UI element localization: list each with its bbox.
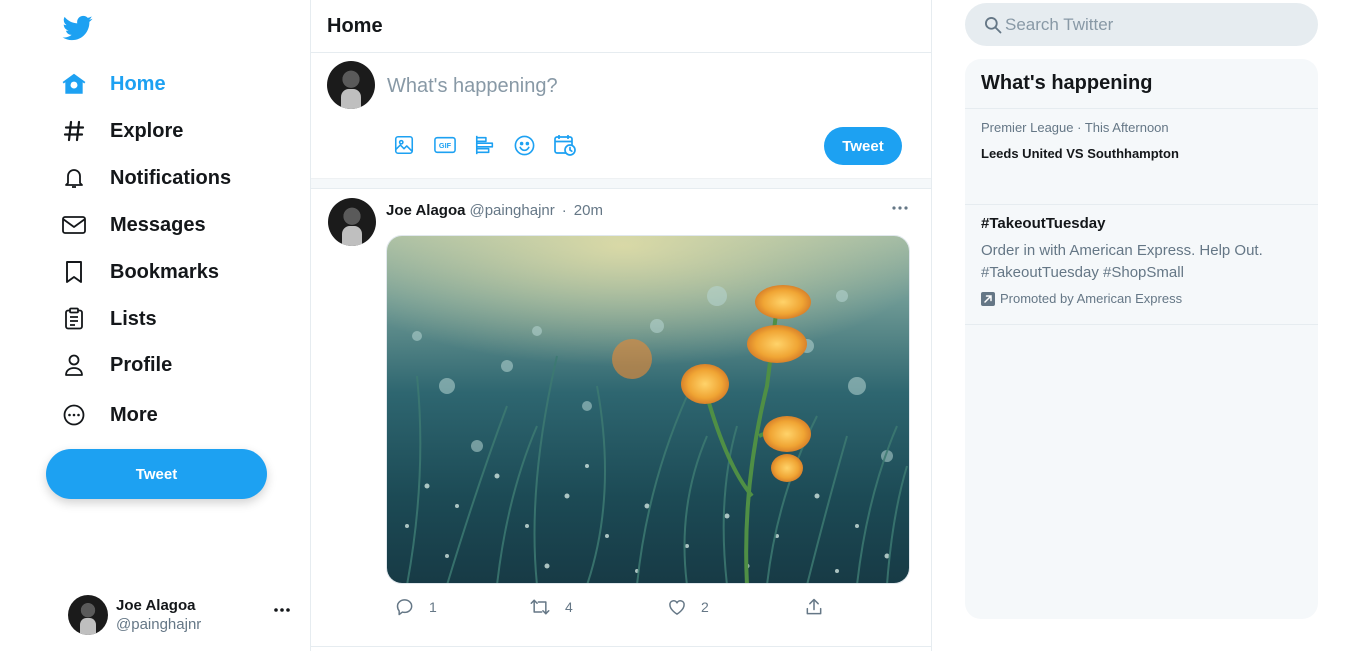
more-circle-icon bbox=[60, 401, 88, 429]
bell-icon bbox=[60, 164, 88, 192]
page-title: Home bbox=[327, 14, 383, 37]
home-icon bbox=[60, 70, 88, 98]
main-timeline: Home GIF Tweet Joe Alagoa bbox=[311, 0, 932, 651]
nav-messages-label: Messages bbox=[110, 213, 206, 236]
account-name: Joe Alagoa bbox=[116, 596, 196, 614]
nav-explore-label: Explore bbox=[110, 119, 184, 142]
reply-button[interactable]: 1 bbox=[395, 597, 437, 617]
nav-notifications-label: Notifications bbox=[110, 166, 232, 189]
nav-bookmarks-label: Bookmarks bbox=[110, 260, 219, 283]
more-dots-icon[interactable] bbox=[891, 205, 909, 211]
nav-profile[interactable]: Profile bbox=[60, 345, 172, 385]
nav-lists[interactable]: Lists bbox=[60, 299, 157, 339]
retweet-button[interactable]: 4 bbox=[529, 597, 573, 617]
search-input[interactable] bbox=[1005, 14, 1305, 35]
image-icon[interactable] bbox=[393, 133, 433, 157]
sidebar: Home Explore Notifications Messages Book… bbox=[0, 0, 311, 651]
hashtag-icon bbox=[60, 117, 88, 145]
like-button[interactable]: 2 bbox=[667, 597, 709, 617]
nav-home[interactable]: Home bbox=[60, 64, 166, 104]
promoted-icon bbox=[981, 291, 995, 306]
tweet-author-name[interactable]: Joe Alagoa bbox=[386, 202, 465, 219]
trend-item[interactable]: Premier League · This Afternoon Leeds Un… bbox=[965, 109, 1318, 205]
tweet-timestamp[interactable]: 20m bbox=[574, 202, 603, 219]
more-dots-icon[interactable] bbox=[273, 607, 291, 613]
reply-count: 1 bbox=[429, 599, 437, 615]
search-box[interactable] bbox=[965, 3, 1318, 46]
tweet-actions: 1 4 2 bbox=[395, 597, 835, 621]
tweet-button[interactable]: Tweet bbox=[46, 449, 267, 499]
tweet-media-image[interactable] bbox=[386, 235, 910, 584]
svg-text:GIF: GIF bbox=[439, 141, 452, 150]
schedule-icon[interactable] bbox=[553, 133, 593, 157]
trend-headline: Leeds United VS Southhampton bbox=[981, 146, 1179, 161]
trend-item-promoted[interactable]: #TakeoutTuesday Order in with American E… bbox=[965, 205, 1318, 325]
trends-title: What's happening bbox=[965, 59, 1318, 109]
tweet-author-handle: @painghajnr bbox=[469, 202, 555, 219]
person-icon bbox=[60, 351, 88, 379]
nav-explore[interactable]: Explore bbox=[60, 111, 183, 151]
avatar[interactable] bbox=[328, 198, 376, 246]
nav-lists-label: Lists bbox=[110, 307, 157, 330]
emoji-icon[interactable] bbox=[513, 133, 553, 157]
compose-tweet-button[interactable]: Tweet bbox=[824, 127, 902, 165]
retweet-count: 4 bbox=[565, 599, 573, 615]
trend-hashtag: #TakeoutTuesday bbox=[981, 215, 1106, 232]
gif-icon[interactable]: GIF bbox=[433, 133, 473, 157]
twitter-bird-icon[interactable] bbox=[61, 13, 95, 43]
account-handle: @painghajnr bbox=[116, 615, 202, 633]
share-button[interactable] bbox=[804, 597, 824, 617]
nav-profile-label: Profile bbox=[110, 353, 173, 376]
whats-happening-panel: What's happening Premier League · This A… bbox=[965, 59, 1318, 619]
promoted-text: Promoted by American Express bbox=[1000, 291, 1183, 306]
like-count: 2 bbox=[701, 599, 709, 615]
promoted-label: Promoted by American Express bbox=[981, 291, 1302, 306]
compose-input[interactable] bbox=[387, 71, 887, 101]
nav-bookmarks[interactable]: Bookmarks bbox=[60, 252, 219, 292]
tweet-separator: · bbox=[561, 202, 567, 219]
nav-more-label: More bbox=[110, 403, 158, 426]
heart-icon bbox=[669, 600, 685, 615]
share-icon bbox=[806, 598, 822, 615]
compose-toolbar: GIF bbox=[393, 133, 593, 157]
trend-meta: Premier League · This Afternoon bbox=[981, 120, 1169, 135]
tweet-header: Joe Alagoa @painghajnr · 20m bbox=[386, 202, 603, 219]
envelope-icon bbox=[60, 211, 88, 239]
trend-description: Order in with American Express. Help Out… bbox=[981, 242, 1263, 281]
retweet-icon bbox=[530, 599, 550, 615]
search-icon bbox=[985, 16, 1002, 33]
timeline-header: Home bbox=[311, 0, 931, 53]
tweet-composer: GIF Tweet bbox=[311, 53, 931, 178]
tweet[interactable]: Joe Alagoa @painghajnr · 20m 1 4 2 bbox=[311, 189, 931, 647]
nav-home-label: Home bbox=[110, 72, 166, 95]
nav-notifications[interactable]: Notifications bbox=[60, 158, 231, 198]
nav-more[interactable]: More bbox=[60, 395, 158, 435]
list-icon bbox=[60, 305, 88, 333]
reply-icon bbox=[396, 599, 413, 616]
bookmark-icon bbox=[60, 258, 88, 286]
account-switcher[interactable]: Joe Alagoa @painghajnr bbox=[68, 594, 298, 636]
divider bbox=[311, 178, 931, 189]
avatar bbox=[68, 595, 108, 635]
poll-icon[interactable] bbox=[473, 133, 513, 157]
avatar bbox=[327, 61, 375, 109]
nav-messages[interactable]: Messages bbox=[60, 205, 206, 245]
